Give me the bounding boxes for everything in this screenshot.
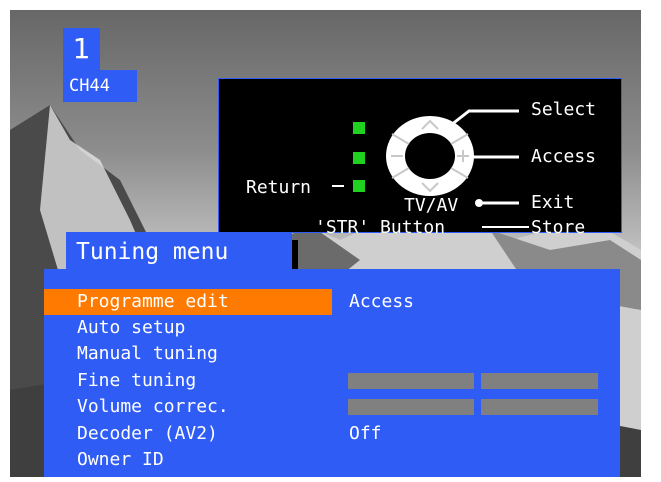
menu-row-manual-tuning[interactable]: Manual tuning [44, 341, 620, 367]
menu-item-programme-edit[interactable]: Programme edit [44, 289, 332, 315]
menu-item-fine-tuning[interactable]: Fine tuning [44, 368, 332, 394]
tuning-menu-panel: Programme edit Access Auto setup Manual … [44, 269, 620, 477]
volume-correc-bar-right [481, 399, 598, 415]
menu-row-owner-id[interactable]: Owner ID [44, 447, 620, 473]
remote-help-panel: Select Access Return TV/AV Exit 'STR' Bu… [218, 78, 622, 238]
fine-tuning-bar-left [348, 373, 474, 389]
str-button-label: 'STR' Button [315, 217, 446, 238]
channel-number: 1 [63, 28, 100, 70]
menu-row-fine-tuning[interactable]: Fine tuning [44, 368, 620, 394]
led-indicator [353, 180, 365, 192]
return-label: Return [246, 177, 312, 198]
menu-title: Tuning menu [66, 232, 292, 272]
fine-tuning-bar-right [481, 373, 598, 389]
menu-item-manual-tuning[interactable]: Manual tuning [44, 341, 332, 367]
select-label: Select [531, 99, 597, 120]
access-label: Access [531, 146, 597, 167]
tvav-label: TV/AV [404, 195, 459, 216]
menu-item-auto-setup[interactable]: Auto setup [44, 315, 332, 341]
menu-row-volume-correc[interactable]: Volume correc. [44, 394, 620, 420]
store-label: Store [531, 217, 586, 238]
menu-item-volume-correc[interactable]: Volume correc. [44, 394, 332, 420]
tv-screen: 1 CH44 Select Access Return TV/AV Exit '… [10, 10, 641, 477]
led-indicator [353, 152, 365, 164]
volume-correc-bar-left [348, 399, 474, 415]
menu-row-decoder[interactable]: Decoder (AV2) Off [44, 421, 620, 447]
menu-value-programme-edit: Access [349, 291, 415, 312]
exit-label: Exit [531, 192, 575, 213]
menu-row-auto-setup[interactable]: Auto setup [44, 315, 620, 341]
led-indicator [353, 122, 365, 134]
channel-name: CH44 [63, 70, 137, 102]
menu-row-programme-edit[interactable]: Programme edit Access [44, 289, 620, 315]
menu-value-decoder: Off [349, 423, 382, 444]
menu-item-decoder[interactable]: Decoder (AV2) [44, 421, 332, 447]
menu-item-owner-id[interactable]: Owner ID [44, 447, 332, 473]
